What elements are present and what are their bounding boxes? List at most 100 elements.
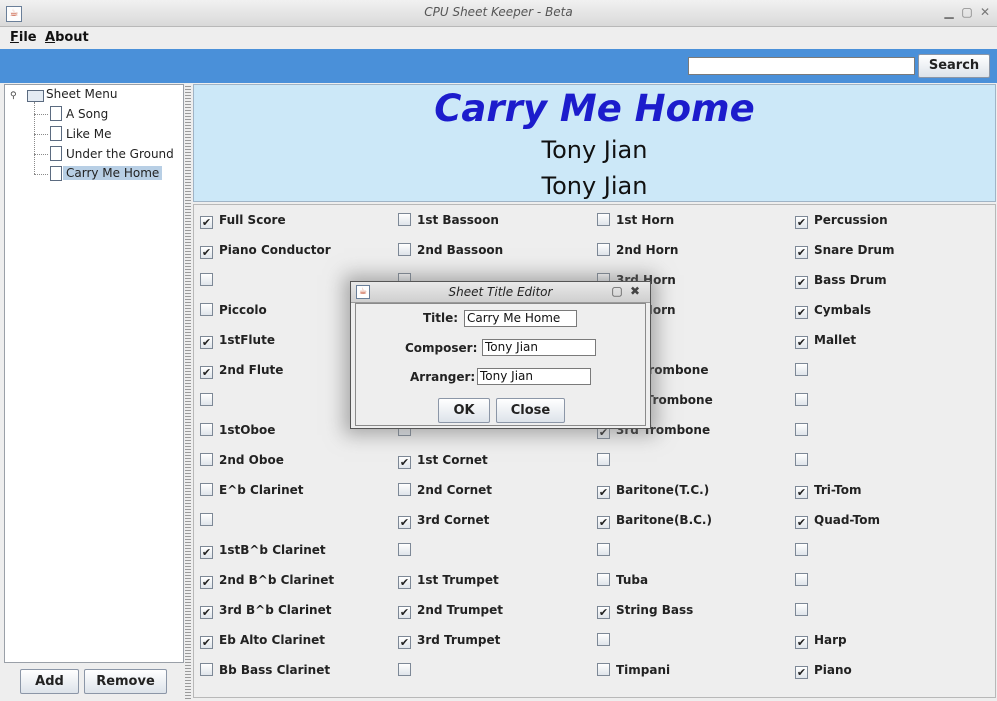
- checked-checkbox-icon[interactable]: ✔: [597, 516, 610, 529]
- part-checkbox-item[interactable]: ✔ Quad-Tom: [795, 513, 880, 529]
- part-checkbox-item[interactable]: Tuba: [597, 573, 648, 589]
- part-checkbox-item[interactable]: ✔ Full Score: [200, 213, 286, 229]
- checked-checkbox-icon[interactable]: ✔: [200, 336, 213, 349]
- unchecked-checkbox-icon[interactable]: [795, 393, 808, 406]
- part-checkbox-item[interactable]: [200, 393, 219, 409]
- part-checkbox-item[interactable]: ✔ Baritone(T.C.): [597, 483, 709, 499]
- checked-checkbox-icon[interactable]: ✔: [398, 606, 411, 619]
- checked-checkbox-icon[interactable]: ✔: [597, 486, 610, 499]
- unchecked-checkbox-icon[interactable]: [597, 633, 610, 646]
- part-checkbox-item[interactable]: Piccolo: [200, 303, 267, 319]
- part-checkbox-item[interactable]: ✔ Mallet: [795, 333, 856, 349]
- part-checkbox-item[interactable]: ✔ Bass Drum: [795, 273, 887, 289]
- ok-button[interactable]: OK: [438, 398, 490, 423]
- part-checkbox-item[interactable]: ✔ Piano: [795, 663, 852, 679]
- unchecked-checkbox-icon[interactable]: [398, 483, 411, 496]
- part-checkbox-item[interactable]: ✔ Tri-Tom: [795, 483, 861, 499]
- tree-item-selected[interactable]: Carry Me Home: [63, 166, 163, 180]
- unchecked-checkbox-icon[interactable]: [200, 423, 213, 436]
- unchecked-checkbox-icon[interactable]: [795, 603, 808, 616]
- part-checkbox-item[interactable]: Timpani: [597, 663, 670, 679]
- part-checkbox-item[interactable]: 1stOboe: [200, 423, 275, 439]
- unchecked-checkbox-icon[interactable]: [597, 243, 610, 256]
- close-button[interactable]: Close: [496, 398, 565, 423]
- checked-checkbox-icon[interactable]: ✔: [597, 606, 610, 619]
- part-checkbox-item[interactable]: 2nd Bassoon: [398, 243, 503, 259]
- unchecked-checkbox-icon[interactable]: [795, 423, 808, 436]
- part-checkbox-item[interactable]: [795, 393, 814, 409]
- part-checkbox-item[interactable]: ✔ Baritone(B.C.): [597, 513, 712, 529]
- part-checkbox-item[interactable]: Bb Bass Clarinet: [200, 663, 330, 679]
- maximize-icon[interactable]: ▢: [960, 5, 974, 19]
- part-checkbox-item[interactable]: [795, 453, 814, 469]
- unchecked-checkbox-icon[interactable]: [398, 663, 411, 676]
- dialog-titlebar[interactable]: ☕ Sheet Title Editor ▢ ✖: [351, 282, 650, 303]
- part-checkbox-item[interactable]: [398, 543, 417, 559]
- part-checkbox-item[interactable]: [795, 543, 814, 559]
- part-checkbox-item[interactable]: ✔ 1st Trumpet: [398, 573, 499, 589]
- part-checkbox-item[interactable]: ✔ 2nd B^b Clarinet: [200, 573, 334, 589]
- unchecked-checkbox-icon[interactable]: [398, 543, 411, 556]
- part-checkbox-item[interactable]: [597, 633, 616, 649]
- part-checkbox-item[interactable]: 1st Bassoon: [398, 213, 499, 229]
- part-checkbox-item[interactable]: ✔ String Bass: [597, 603, 693, 619]
- checked-checkbox-icon[interactable]: ✔: [795, 486, 808, 499]
- part-checkbox-item[interactable]: ✔ 3rd Cornet: [398, 513, 489, 529]
- checked-checkbox-icon[interactable]: ✔: [200, 606, 213, 619]
- checked-checkbox-icon[interactable]: ✔: [398, 456, 411, 469]
- menu-about[interactable]: About: [45, 30, 89, 45]
- unchecked-checkbox-icon[interactable]: [200, 453, 213, 466]
- unchecked-checkbox-icon[interactable]: [398, 213, 411, 226]
- unchecked-checkbox-icon[interactable]: [398, 243, 411, 256]
- part-checkbox-item[interactable]: ✔ 1stB^b Clarinet: [200, 543, 326, 559]
- checked-checkbox-icon[interactable]: ✔: [795, 336, 808, 349]
- part-checkbox-item[interactable]: ✔ 2nd Trumpet: [398, 603, 503, 619]
- unchecked-checkbox-icon[interactable]: [200, 303, 213, 316]
- checked-checkbox-icon[interactable]: ✔: [200, 636, 213, 649]
- checked-checkbox-icon[interactable]: ✔: [398, 576, 411, 589]
- window-titlebar[interactable]: ☕ CPU Sheet Keeper - Beta ▁ ▢ ✕: [0, 0, 997, 27]
- part-checkbox-item[interactable]: 2nd Horn: [597, 243, 678, 259]
- search-button[interactable]: Search: [918, 54, 990, 78]
- unchecked-checkbox-icon[interactable]: [200, 513, 213, 526]
- unchecked-checkbox-icon[interactable]: [795, 543, 808, 556]
- tree-expand-icon[interactable]: ⚲: [10, 91, 17, 101]
- checked-checkbox-icon[interactable]: ✔: [200, 366, 213, 379]
- checked-checkbox-icon[interactable]: ✔: [398, 636, 411, 649]
- checked-checkbox-icon[interactable]: ✔: [795, 516, 808, 529]
- part-checkbox-item[interactable]: ✔ 1stFlute: [200, 333, 275, 349]
- minimize-icon[interactable]: ▁: [942, 5, 956, 19]
- tree-item[interactable]: Like Me: [66, 127, 111, 141]
- remove-button[interactable]: Remove: [84, 669, 167, 694]
- composer-field[interactable]: Tony Jian: [482, 339, 596, 356]
- title-field[interactable]: Carry Me Home: [464, 310, 577, 327]
- part-checkbox-item[interactable]: ✔ Eb Alto Clarinet: [200, 633, 325, 649]
- unchecked-checkbox-icon[interactable]: [597, 453, 610, 466]
- unchecked-checkbox-icon[interactable]: [200, 483, 213, 496]
- split-pane-divider[interactable]: [185, 84, 191, 701]
- part-checkbox-item[interactable]: ✔ 2nd Flute: [200, 363, 283, 379]
- part-checkbox-item[interactable]: ✔ 1st Cornet: [398, 453, 488, 469]
- unchecked-checkbox-icon[interactable]: [795, 573, 808, 586]
- checked-checkbox-icon[interactable]: ✔: [398, 516, 411, 529]
- part-checkbox-item[interactable]: [597, 453, 616, 469]
- search-input[interactable]: [688, 57, 915, 75]
- menu-file[interactable]: File: [10, 30, 37, 45]
- part-checkbox-item[interactable]: ✔ Piano Conductor: [200, 243, 331, 259]
- add-button[interactable]: Add: [20, 669, 79, 694]
- unchecked-checkbox-icon[interactable]: [200, 663, 213, 676]
- checked-checkbox-icon[interactable]: ✔: [795, 276, 808, 289]
- tree-item[interactable]: Under the Ground: [66, 147, 174, 161]
- unchecked-checkbox-icon[interactable]: [795, 453, 808, 466]
- unchecked-checkbox-icon[interactable]: [597, 573, 610, 586]
- checked-checkbox-icon[interactable]: ✔: [795, 306, 808, 319]
- part-checkbox-item[interactable]: ✔ 3rd Trumpet: [398, 633, 500, 649]
- unchecked-checkbox-icon[interactable]: [597, 543, 610, 556]
- unchecked-checkbox-icon[interactable]: [795, 363, 808, 376]
- part-checkbox-item[interactable]: [200, 513, 219, 529]
- part-checkbox-item[interactable]: ✔ Snare Drum: [795, 243, 894, 259]
- part-checkbox-item[interactable]: [200, 273, 219, 289]
- checked-checkbox-icon[interactable]: ✔: [795, 636, 808, 649]
- part-checkbox-item[interactable]: [795, 423, 814, 439]
- part-checkbox-item[interactable]: [795, 363, 814, 379]
